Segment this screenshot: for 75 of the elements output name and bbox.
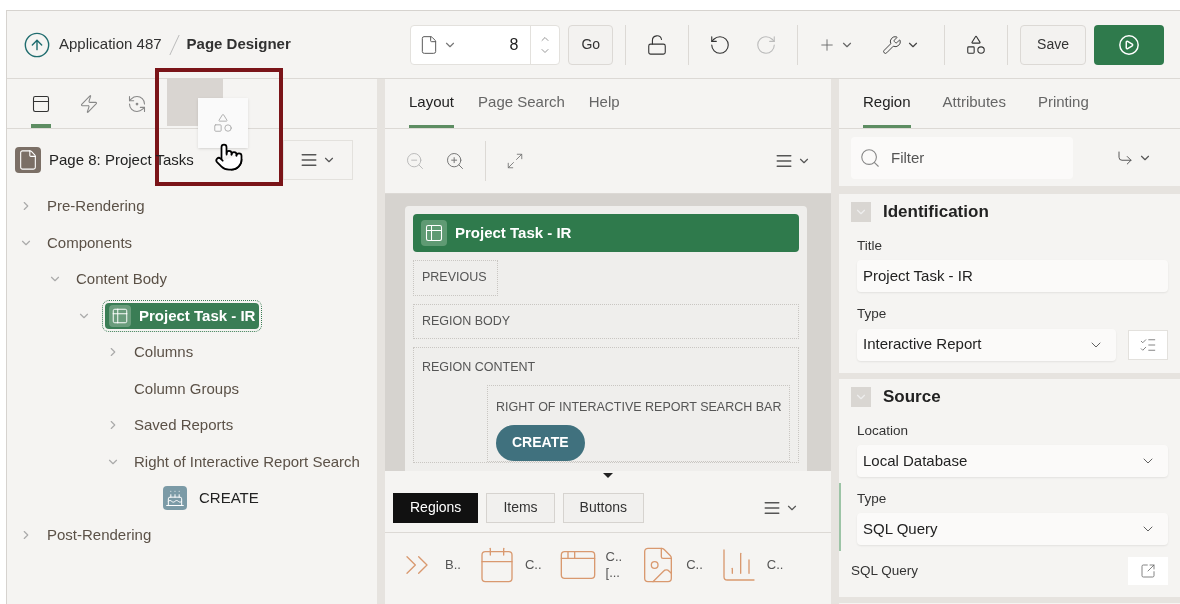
- unlock-icon[interactable]: [646, 33, 669, 56]
- tree-node[interactable]: Saved Reports: [134, 414, 234, 437]
- field-label: Type: [857, 305, 888, 324]
- designer-tab[interactable]: Help: [588, 90, 620, 128]
- page-title: Page Designer: [186, 34, 291, 55]
- wrench-icon: [882, 34, 903, 55]
- undo-icon[interactable]: [709, 33, 732, 56]
- tree-node[interactable]: Column Groups: [134, 377, 240, 400]
- designer-tab[interactable]: Layout: [409, 90, 455, 128]
- zoom-in-icon[interactable]: [445, 151, 465, 171]
- position-area: PREVIOUS: [413, 259, 498, 296]
- select-field[interactable]: Interactive Report: [857, 328, 1116, 361]
- report-icon: [109, 304, 131, 327]
- field-label: Title: [857, 237, 883, 255]
- tree-node[interactable]: Components: [47, 231, 133, 254]
- filter-field[interactable]: Filter: [851, 136, 1073, 179]
- property-tab[interactable]: Attributes: [942, 90, 1006, 128]
- collapse-button[interactable]: [851, 386, 871, 407]
- field-label: Type: [857, 489, 888, 508]
- play-icon: [1118, 33, 1140, 56]
- designer-tab[interactable]: Page Search: [478, 90, 565, 128]
- position-label: RIGHT OF INTERACTIVE REPORT SEARCH BAR: [496, 399, 782, 417]
- property-tab[interactable]: Printing: [1037, 90, 1089, 128]
- redo-icon[interactable]: [755, 33, 778, 56]
- report-icon: [421, 219, 447, 246]
- tree-node[interactable]: CREATE: [163, 486, 259, 511]
- gallery-item-label: C..: [524, 556, 542, 574]
- list-button[interactable]: [1128, 329, 1168, 360]
- gallery-item-label: B..: [445, 556, 461, 574]
- group-title: Identification: [883, 201, 989, 224]
- go-button[interactable]: Go: [568, 24, 614, 65]
- gallery-item-label: C..: [605, 548, 623, 565]
- rendering-tab[interactable]: [31, 94, 51, 128]
- shapes-icon[interactable]: [965, 33, 988, 56]
- page-icon: [15, 147, 41, 173]
- gallery-tab[interactable]: Buttons: [562, 492, 645, 523]
- gallery-tab[interactable]: Items: [486, 492, 555, 523]
- page-number-field[interactable]: 8: [410, 24, 561, 65]
- group-title: Source: [883, 385, 941, 408]
- property-tab[interactable]: Region: [863, 90, 911, 128]
- tree-node[interactable]: Columns: [134, 341, 194, 364]
- gallery-tab[interactable]: Regions: [393, 492, 479, 523]
- menu-button[interactable]: [775, 152, 811, 170]
- create-button[interactable]: CREATE: [496, 425, 585, 461]
- select-field[interactable]: Local Database: [857, 444, 1168, 477]
- app-link[interactable]: Application 487: [59, 33, 162, 56]
- select-field[interactable]: SQL Query: [857, 513, 1168, 545]
- expand-icon[interactable]: [506, 152, 524, 170]
- menu-button[interactable]: [300, 151, 336, 169]
- tree-node[interactable]: Right of Interactive Report Search: [134, 450, 360, 473]
- tree-node[interactable]: Content Body: [76, 268, 167, 291]
- tree-node[interactable]: Post-Rendering: [47, 523, 152, 546]
- region-title: Project Task - IR: [455, 222, 572, 243]
- search-icon: [859, 146, 881, 169]
- title-field[interactable]: Project Task - IR: [857, 260, 1168, 293]
- region-title-bar[interactable]: Project Task - IR: [413, 214, 800, 252]
- tree-node[interactable]: Pre-Rendering: [47, 195, 145, 218]
- collapse-button[interactable]: [851, 202, 871, 222]
- run-button[interactable]: [1094, 24, 1164, 65]
- tree-node[interactable]: Project Task - IR: [105, 302, 260, 329]
- expand-editor-button[interactable]: [1128, 557, 1168, 585]
- collapse-arrow-icon[interactable]: [603, 473, 613, 478]
- gallery-item-label: [...: [605, 565, 621, 582]
- gallery-item-label: C..: [686, 556, 703, 574]
- open-editor-icon: [1140, 563, 1156, 579]
- menu-icon: [775, 152, 793, 170]
- shapes-icon: [212, 112, 234, 134]
- position-area: REGION BODY: [413, 303, 800, 340]
- zoom-out-icon[interactable]: [405, 151, 425, 171]
- field-label: SQL Query: [851, 561, 919, 580]
- menu-icon: [300, 151, 318, 169]
- gallery-item-label: C..: [766, 556, 784, 574]
- field-label: Location: [857, 421, 910, 440]
- position-label: REGION CONTENT: [422, 359, 537, 377]
- save-button[interactable]: Save: [1020, 24, 1086, 65]
